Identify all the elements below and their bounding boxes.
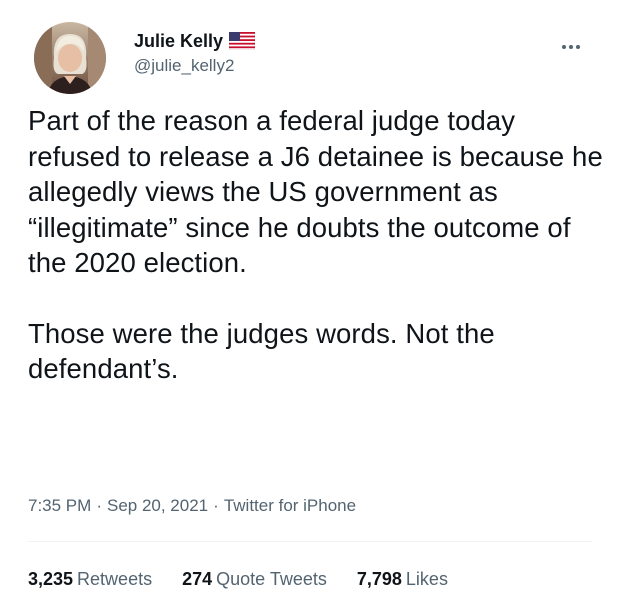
quote-tweets-stat[interactable]: 274 Quote Tweets — [182, 568, 327, 590]
more-dot — [576, 45, 580, 49]
likes-label: Likes — [405, 569, 448, 589]
retweets-count: 3,235 — [28, 569, 74, 589]
tweet-paragraph: Part of the reason a federal judge today… — [28, 105, 603, 278]
meta-separator: · — [96, 496, 102, 515]
retweets-stat[interactable]: 3,235 Retweets — [28, 568, 152, 590]
tweet-header: Julie Kelly @julie_kelly2 — [28, 14, 592, 94]
more-options-icon[interactable] — [562, 36, 586, 49]
more-dot — [562, 45, 566, 49]
tweet-time[interactable]: 7:35 PM — [28, 496, 91, 515]
tweet-source[interactable]: Twitter for iPhone — [224, 496, 356, 515]
tweet-meta: 7:35 PM · Sep 20, 2021 · Twitter for iPhone — [28, 495, 356, 517]
likes-count: 7,798 — [356, 569, 402, 589]
tweet-text: Part of the reason a federal judge today… — [28, 103, 608, 387]
tweet-card: Julie Kelly @julie_kelly2 Part of the re… — [0, 0, 620, 591]
tweet-paragraph: Those were the judges words. Not the def… — [28, 317, 495, 385]
tweet-stats: 3,235 Retweets 274 Quote Tweets 7,798 Likes — [28, 568, 448, 590]
divider — [28, 541, 592, 542]
author-names: Julie Kelly @julie_kelly2 — [134, 30, 256, 77]
more-dot — [569, 45, 573, 49]
display-name-row: Julie Kelly — [134, 30, 256, 52]
avatar[interactable] — [34, 22, 106, 94]
retweets-label: Retweets — [77, 569, 153, 589]
likes-stat[interactable]: 7,798 Likes — [357, 568, 448, 590]
us-flag-icon — [228, 31, 256, 51]
meta-separator: · — [213, 496, 219, 515]
quote-tweets-count: 274 — [182, 569, 213, 589]
tweet-date[interactable]: Sep 20, 2021 — [107, 496, 208, 515]
author-handle[interactable]: @julie_kelly2 — [134, 55, 255, 77]
avatar-image — [34, 22, 106, 94]
quote-tweets-label: Quote Tweets — [216, 569, 327, 589]
display-name[interactable]: Julie Kelly — [134, 30, 223, 52]
